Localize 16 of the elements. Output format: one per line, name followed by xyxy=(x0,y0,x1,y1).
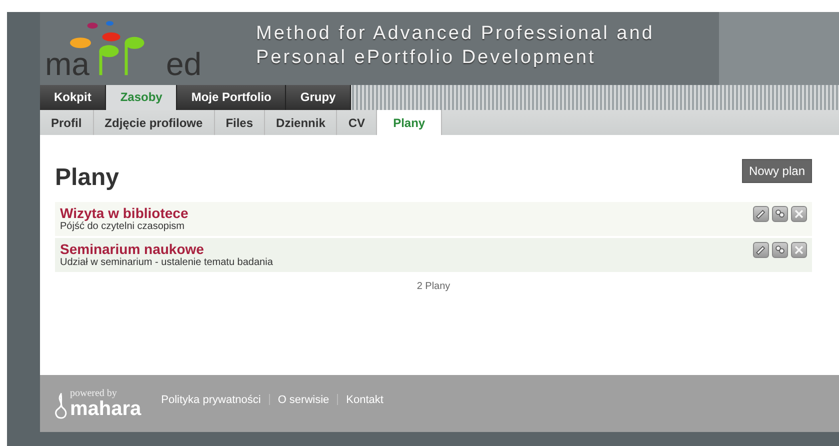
logo-text: ed xyxy=(166,48,202,80)
brand-logo-text: mahara xyxy=(70,399,142,419)
plan-description: Pójść do czytelni czasopism xyxy=(60,221,186,232)
page-heading: Plany xyxy=(55,164,120,192)
plan-count: 2 Plany xyxy=(416,281,452,292)
new-plan-button[interactable]: Nowy plan xyxy=(742,159,812,183)
main-tab[interactable]: Moje Portfolio xyxy=(177,85,286,110)
logo-text: ma xyxy=(45,48,90,80)
powered-by-text: powered by xyxy=(70,388,118,399)
plan-description: Udział w seminarium - ustalenie tematu badania xyxy=(60,257,273,268)
plan-title-link[interactable]: Seminarium naukowe xyxy=(60,241,273,257)
plan-title-link[interactable]: Wizyta w bibliotece xyxy=(60,205,188,221)
site-title: Method for Advanced Professional and Personal ePortfolio Development xyxy=(255,22,654,70)
sub-tab[interactable]: Plany xyxy=(377,110,442,135)
main-tab[interactable]: Kokpit xyxy=(40,85,106,110)
main-tab[interactable]: Grupy xyxy=(286,85,351,110)
